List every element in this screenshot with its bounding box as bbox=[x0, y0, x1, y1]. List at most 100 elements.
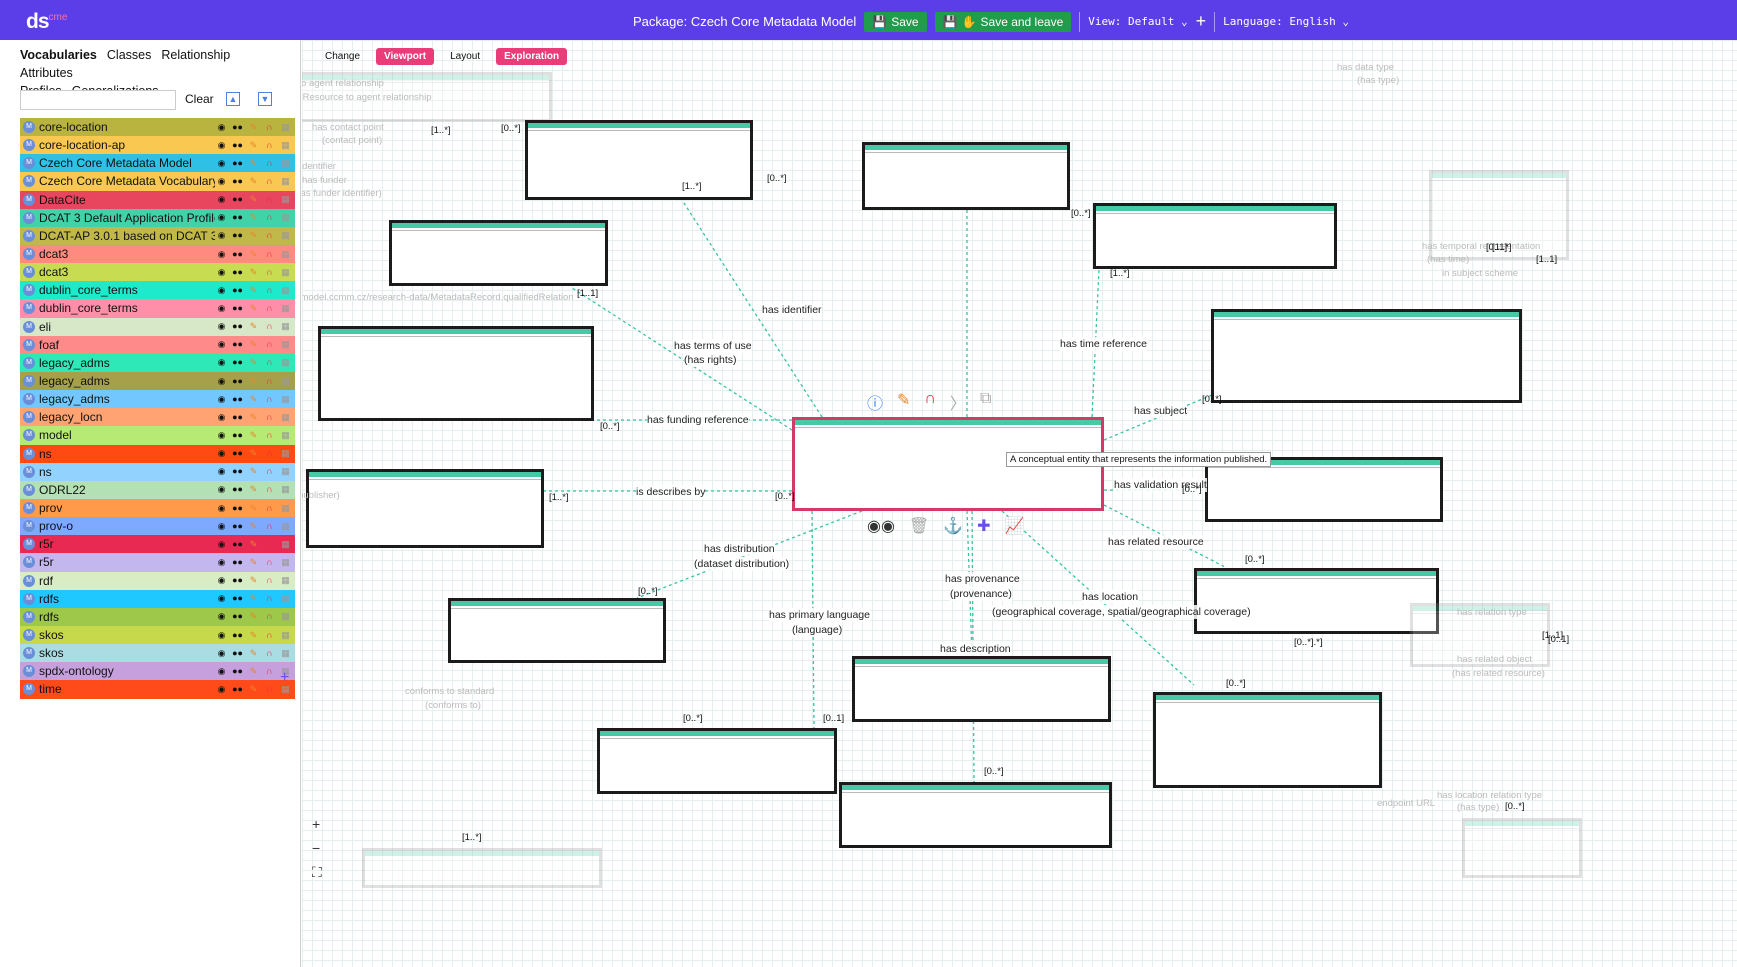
tab-relationship[interactable]: Relationship bbox=[161, 46, 230, 64]
glasses-icon[interactable]: ●● bbox=[231, 140, 244, 151]
class-node-identifier[interactable] bbox=[525, 120, 753, 200]
eye-icon[interactable]: ◉ bbox=[215, 140, 228, 151]
glasses-icon[interactable]: ●● bbox=[231, 194, 244, 205]
class-node-resource[interactable] bbox=[862, 142, 1070, 210]
eye-icon[interactable]: ◉ bbox=[215, 630, 228, 641]
magnet-icon[interactable]: ∩ bbox=[263, 267, 276, 278]
glasses-icon[interactable]: ●● bbox=[231, 557, 244, 568]
class-node-time-reference[interactable] bbox=[1093, 203, 1337, 269]
magnet-icon[interactable]: ∩ bbox=[263, 448, 276, 459]
pencil-icon[interactable]: ✎ bbox=[897, 390, 910, 414]
zoom-out-icon[interactable]: − bbox=[312, 840, 322, 856]
pencil-icon[interactable]: ✎ bbox=[247, 484, 260, 495]
info-icon[interactable]: ⓘ bbox=[867, 390, 883, 414]
magnet-icon[interactable]: ∩ bbox=[263, 503, 276, 514]
edge-label[interactable]: has location bbox=[1082, 590, 1139, 604]
eye-icon[interactable]: ◉ bbox=[215, 321, 228, 332]
pencil-icon[interactable]: ✎ bbox=[247, 630, 260, 641]
glasses-icon[interactable]: ●● bbox=[231, 285, 244, 296]
class-node-language-system[interactable] bbox=[597, 728, 837, 794]
magnet-icon[interactable]: ∩ bbox=[263, 593, 276, 604]
vocabulary-item[interactable]: Mskos ◉ ●● ✎ ∩ ▦ bbox=[20, 644, 295, 663]
edge-label[interactable]: has distribution bbox=[704, 542, 775, 556]
magnet-icon[interactable]: ∩ bbox=[263, 249, 276, 260]
pencil-icon[interactable]: ✎ bbox=[247, 339, 260, 350]
magnet-icon[interactable]: ∩ bbox=[263, 376, 276, 387]
eye-icon[interactable]: ◉ bbox=[215, 593, 228, 604]
pencil-icon[interactable]: ✎ bbox=[247, 448, 260, 459]
class-node-description[interactable] bbox=[839, 782, 1112, 848]
glasses-icon[interactable]: ●● bbox=[231, 339, 244, 350]
glasses-icon[interactable]: ●● bbox=[231, 158, 244, 169]
pencil-icon[interactable]: ✎ bbox=[247, 521, 260, 532]
tab-vocabularies[interactable]: Vocabularies bbox=[20, 46, 97, 64]
eye-icon[interactable]: ◉ bbox=[215, 666, 228, 677]
tab-attributes[interactable]: Attributes bbox=[20, 64, 73, 82]
edge-label[interactable]: is describes by bbox=[636, 485, 706, 499]
vocabulary-item[interactable]: Mskos ◉ ●● ✎ ∩ ▦ bbox=[20, 625, 295, 645]
pencil-icon[interactable]: ✎ bbox=[247, 466, 260, 477]
glasses-icon[interactable]: ●● bbox=[231, 376, 244, 387]
fit-view-icon[interactable]: ⛶ bbox=[312, 864, 322, 881]
save-and-leave-button[interactable]: 💾 ✋ Save and leave bbox=[934, 11, 1072, 32]
pencil-icon[interactable]: ✎ bbox=[247, 575, 260, 586]
pencil-icon[interactable]: ✎ bbox=[247, 140, 260, 151]
eye-icon[interactable]: ◉ bbox=[215, 339, 228, 350]
eye-icon[interactable]: ◉ bbox=[215, 503, 228, 514]
edge-label[interactable]: has related resource bbox=[1108, 535, 1204, 549]
eye-icon[interactable]: ◉ bbox=[215, 376, 228, 387]
pencil-icon[interactable]: ✎ bbox=[247, 303, 260, 314]
magnet-icon[interactable]: ∩ bbox=[263, 648, 276, 659]
vocabulary-item[interactable]: Mspdx-ontology ◉ ●● ✎ ∩ ▦ bbox=[20, 662, 295, 681]
trash-icon[interactable]: ▦ bbox=[279, 339, 292, 350]
view-select[interactable]: View: Default ⌄ bbox=[1088, 15, 1187, 28]
magnet-icon[interactable]: ∩ bbox=[263, 484, 276, 495]
mode-viewport[interactable]: Viewport bbox=[376, 48, 435, 65]
magnet-icon[interactable]: ∩ bbox=[263, 176, 276, 187]
eye-icon[interactable]: ◉ bbox=[215, 285, 228, 296]
save-button[interactable]: 💾 Save bbox=[864, 11, 927, 32]
pencil-icon[interactable]: ✎ bbox=[247, 122, 260, 133]
trash-icon[interactable]: ▦ bbox=[279, 448, 292, 459]
vocabulary-item[interactable]: Mr5r ◉ ●● ✎ ∩ ▦ bbox=[20, 535, 295, 554]
class-node-funding-reference[interactable] bbox=[318, 326, 594, 421]
trash-icon[interactable]: ▦ bbox=[279, 176, 292, 187]
vocabulary-item[interactable]: Mns ◉ ●● ✎ ∩ ▦ bbox=[20, 444, 295, 463]
magnet-icon[interactable]: ∩ bbox=[263, 521, 276, 532]
vocabulary-item[interactable]: M DataCite ◉ ●● ✎ ∩ ▦ bbox=[20, 190, 295, 209]
magnet-icon[interactable]: ∩ bbox=[263, 412, 276, 423]
vocabulary-item[interactable]: Mfoaf ◉ ●● ✎ ∩ ▦ bbox=[20, 335, 295, 354]
vocabulary-item[interactable]: M Czech Core Metadata Vocabulary ◉ ●● ✎ ∩ ▦ bbox=[20, 172, 295, 191]
trash-icon[interactable]: ▦ bbox=[279, 230, 292, 241]
trash-icon[interactable]: ▦ bbox=[279, 267, 292, 278]
magnet-icon[interactable]: ∩ bbox=[263, 212, 276, 223]
glasses-icon[interactable]: ●● bbox=[231, 430, 244, 441]
trash-icon[interactable]: ▦ bbox=[279, 140, 292, 151]
zoom-in-icon[interactable]: + bbox=[312, 816, 322, 832]
trash-icon[interactable]: ▦ bbox=[279, 539, 292, 550]
edge-label[interactable]: has subject bbox=[1134, 404, 1188, 418]
glasses-icon[interactable]: ●● bbox=[231, 539, 244, 550]
vocabulary-item[interactable]: Mdcat3 ◉ ●● ✎ ∩ ▦ bbox=[20, 244, 295, 264]
glasses-icon[interactable]: ●● bbox=[231, 412, 244, 423]
eye-icon[interactable]: ◉ bbox=[215, 484, 228, 495]
chart-icon[interactable]: 📈 bbox=[1005, 516, 1025, 536]
magnet-icon[interactable]: ∩ bbox=[263, 158, 276, 169]
magnet-icon[interactable]: ∩ bbox=[263, 666, 276, 677]
magnet-icon[interactable]: ∩ bbox=[263, 230, 276, 241]
arrow-down-icon[interactable]: ▼ bbox=[258, 92, 272, 106]
magnet-icon[interactable]: ∩ bbox=[263, 339, 276, 350]
pencil-icon[interactable]: ✎ bbox=[247, 394, 260, 405]
plus-icon[interactable]: ✚ bbox=[977, 516, 990, 536]
vocabulary-item[interactable]: Mprov ◉ ●● ✎ ∩ ▦ bbox=[20, 498, 295, 518]
vocabulary-item[interactable]: M Czech Core Metadata Model ◉ ●● ✎ ∩ ▦ bbox=[20, 154, 295, 173]
eye-icon[interactable]: ◉ bbox=[215, 194, 228, 205]
magnet-icon[interactable]: ∩ bbox=[924, 390, 936, 414]
magnet-icon[interactable]: ∩ bbox=[263, 684, 276, 695]
magnet-icon[interactable]: ∩ bbox=[263, 140, 276, 151]
eye-icon[interactable]: ◉ bbox=[215, 466, 228, 477]
pencil-icon[interactable]: ✎ bbox=[247, 285, 260, 296]
anchor-icon[interactable]: ⚓ bbox=[943, 516, 963, 536]
class-node-metadata-record[interactable] bbox=[306, 469, 544, 548]
eye-icon[interactable]: ◉ bbox=[215, 230, 228, 241]
